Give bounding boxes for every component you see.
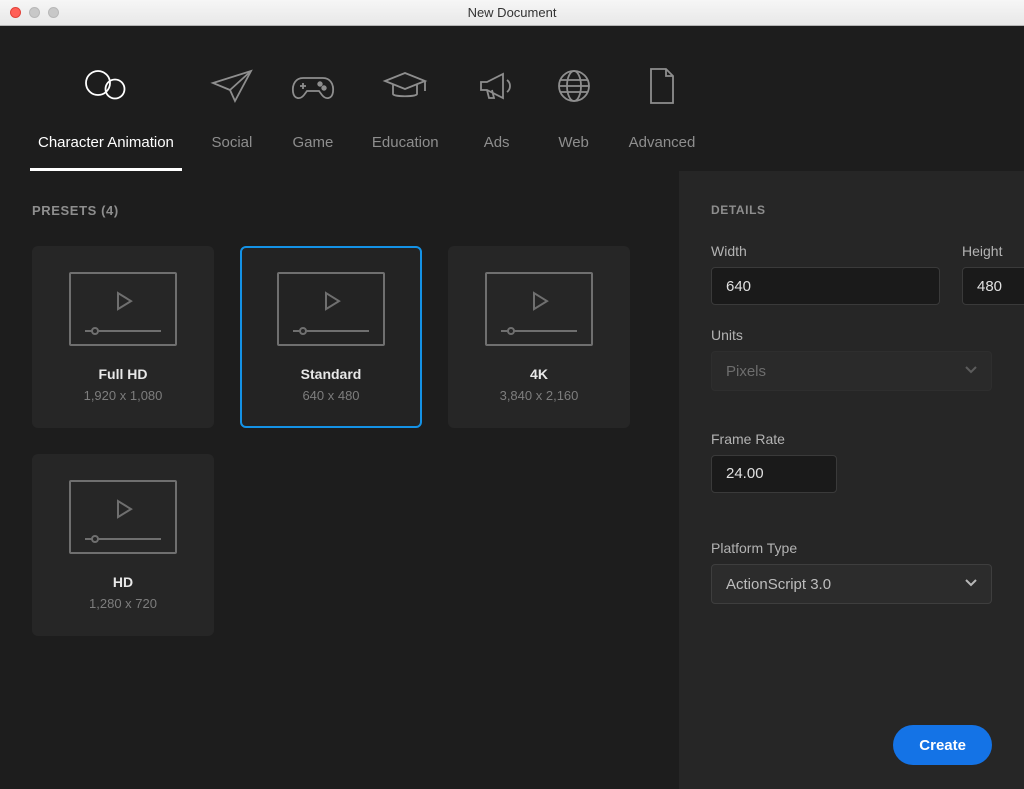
document-icon xyxy=(646,60,678,112)
platform-type-label: Platform Type xyxy=(711,540,992,556)
create-button[interactable]: Create xyxy=(893,725,992,765)
tab-label: Game xyxy=(292,134,333,151)
units-label: Units xyxy=(711,327,992,343)
video-preset-icon xyxy=(69,272,177,346)
tab-web[interactable]: Web xyxy=(537,60,611,171)
graduation-cap-icon xyxy=(381,60,429,112)
frame-rate-input[interactable] xyxy=(711,455,837,493)
paper-plane-icon xyxy=(210,60,254,112)
tab-label: Ads xyxy=(484,134,510,151)
game-controller-icon xyxy=(290,60,336,112)
chevron-down-icon xyxy=(963,361,979,381)
video-preset-icon xyxy=(277,272,385,346)
tab-label: Web xyxy=(558,134,589,151)
units-select: Pixels xyxy=(711,351,992,391)
preset-name: Standard xyxy=(301,366,362,382)
tab-game[interactable]: Game xyxy=(272,60,354,171)
video-preset-icon xyxy=(485,272,593,346)
preset-4k[interactable]: 4K 3,840 x 2,160 xyxy=(448,246,630,428)
preset-full-hd[interactable]: Full HD 1,920 x 1,080 xyxy=(32,246,214,428)
preset-dimensions: 3,840 x 2,160 xyxy=(500,388,579,403)
width-label: Width xyxy=(711,243,940,259)
preset-dimensions: 640 x 480 xyxy=(302,388,359,403)
platform-type-select[interactable]: ActionScript 3.0 xyxy=(711,564,992,604)
preset-name: 4K xyxy=(530,366,548,382)
frame-rate-label: Frame Rate xyxy=(711,431,992,447)
preset-dimensions: 1,280 x 720 xyxy=(89,596,157,611)
tab-ads[interactable]: Ads xyxy=(457,60,537,171)
window-title: New Document xyxy=(0,5,1024,20)
category-tabs: Character Animation Social Game Educatio… xyxy=(0,26,1024,171)
platform-value: ActionScript 3.0 xyxy=(726,576,831,593)
chevron-down-icon xyxy=(963,574,979,594)
tab-label: Social xyxy=(211,134,252,151)
tab-label: Advanced xyxy=(629,134,696,151)
globe-icon xyxy=(555,60,593,112)
units-value: Pixels xyxy=(726,363,766,380)
preset-dimensions: 1,920 x 1,080 xyxy=(84,388,163,403)
height-input[interactable] xyxy=(962,267,1024,305)
tab-education[interactable]: Education xyxy=(354,60,457,171)
width-input[interactable] xyxy=(711,267,940,305)
presets-panel: PRESETS (4) Full HD 1,920 x 1,080 xyxy=(0,171,679,789)
tab-character-animation[interactable]: Character Animation xyxy=(20,60,192,171)
tab-label: Character Animation xyxy=(38,134,174,151)
preset-hd[interactable]: HD 1,280 x 720 xyxy=(32,454,214,636)
tab-label: Education xyxy=(372,134,439,151)
video-preset-icon xyxy=(69,480,177,554)
tab-social[interactable]: Social xyxy=(192,60,272,171)
height-label: Height xyxy=(962,243,1024,259)
tab-advanced[interactable]: Advanced xyxy=(611,60,714,171)
presets-grid: Full HD 1,920 x 1,080 Standard 640 x 480 xyxy=(32,246,655,636)
preset-name: Full HD xyxy=(99,366,148,382)
details-header: DETAILS xyxy=(711,203,992,217)
megaphone-icon xyxy=(475,60,519,112)
character-animation-icon xyxy=(81,60,131,112)
titlebar: New Document xyxy=(0,0,1024,26)
preset-name: HD xyxy=(113,574,133,590)
preset-standard[interactable]: Standard 640 x 480 xyxy=(240,246,422,428)
details-panel: DETAILS Width Height Units Pixels xyxy=(679,171,1024,789)
presets-header: PRESETS (4) xyxy=(32,203,655,218)
